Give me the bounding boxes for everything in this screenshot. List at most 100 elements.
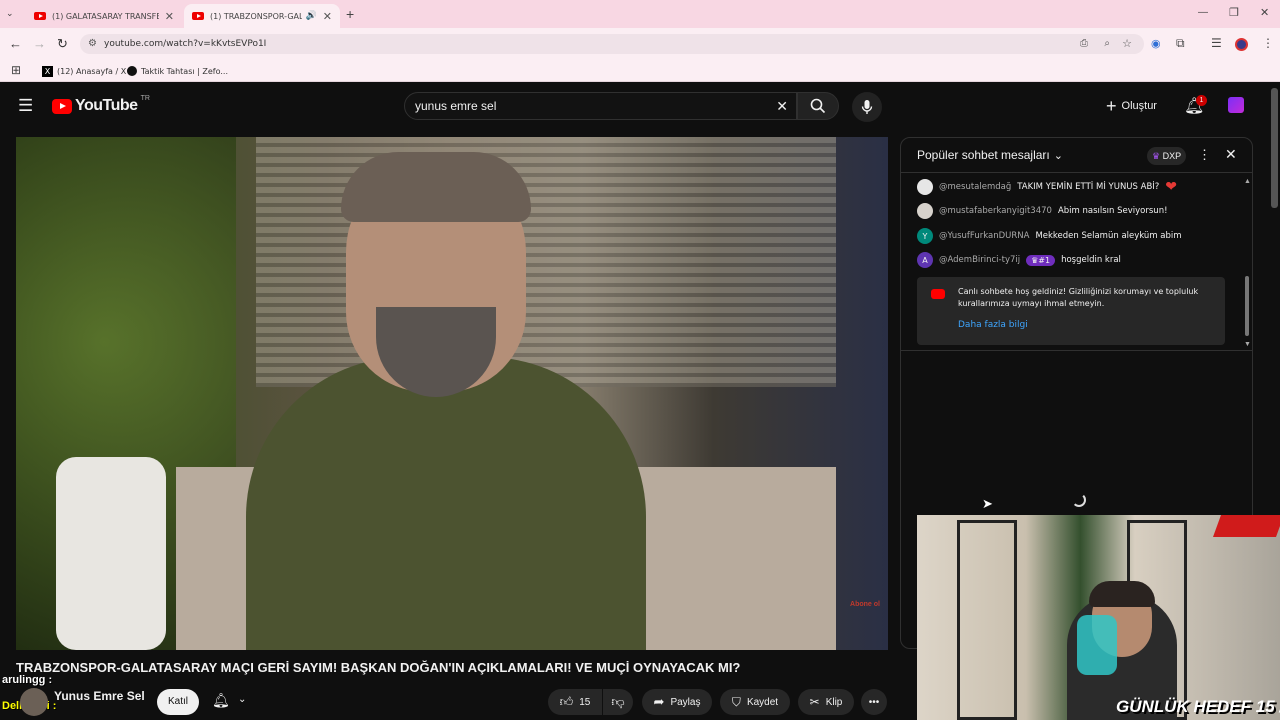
video-title: TRABZONSPOR-GALATASARAY MAÇI GERİ SAYIM!… — [16, 660, 741, 675]
save-button[interactable]: ⛉ Kaydet — [720, 689, 790, 715]
shelf-left — [957, 520, 1017, 720]
bookmark-star-icon[interactable]: ☆ — [1122, 34, 1132, 54]
audio-playing-icon[interactable]: 🔊 — [306, 11, 317, 21]
search-button[interactable] — [797, 92, 839, 120]
chat-message: @mustafaberkanyigit3470 Abim nasılsın Se… — [917, 202, 1168, 220]
avatar — [917, 203, 933, 219]
youtube-favicon-icon — [192, 12, 204, 20]
avatar: A — [917, 252, 933, 268]
person-sweater — [246, 357, 646, 650]
page-scrollbar[interactable] — [1271, 88, 1278, 208]
new-tab-icon[interactable]: + — [346, 6, 354, 22]
extensions-puzzle-icon[interactable]: ⧉ — [1176, 36, 1185, 51]
clear-search-icon[interactable]: ✕ — [776, 93, 788, 119]
daily-goal-text: GÜNLÜK HEDEF 15 / 15 — [1116, 697, 1280, 716]
bookmark-icon: ⛉ — [731, 694, 741, 709]
like-button[interactable]: 👍︎ 15 — [548, 689, 602, 715]
close-tab-icon[interactable]: ✕ — [323, 10, 332, 23]
more-horizontal-icon: ••• — [868, 696, 880, 708]
youtube-logo[interactable]: YouTube TR — [52, 95, 150, 115]
avatar: Y — [917, 228, 933, 244]
microphone-icon — [861, 100, 873, 114]
scroll-down-icon[interactable]: ▼ — [1244, 341, 1251, 348]
x-logo-icon: X — [42, 65, 53, 77]
streamer-webcam-overlay — [917, 515, 1280, 720]
search-icon — [810, 98, 826, 114]
more-actions-button[interactable]: ••• — [861, 689, 887, 715]
close-window-icon[interactable]: ✕ — [1260, 6, 1269, 19]
zoom-icon[interactable]: ⌕ — [1104, 34, 1110, 54]
share-button[interactable]: ➦ Paylaş — [642, 689, 712, 715]
address-bar[interactable]: ⚙ youtube.com/watch?v=kKvtsEVPo1I ⎙ ⌕ ☆ — [80, 34, 1144, 54]
learn-more-link[interactable]: Daha fazla bilgi — [958, 320, 1028, 330]
channel-avatar[interactable] — [20, 688, 48, 716]
account-avatar[interactable] — [1228, 97, 1244, 113]
gaming-chair — [1077, 615, 1117, 675]
chevron-down-icon: ⌄ — [1053, 149, 1063, 162]
share-icon: ➦ — [653, 694, 665, 709]
minimize-icon[interactable]: — — [1198, 7, 1208, 18]
chat-divider — [901, 172, 1252, 173]
maximize-icon[interactable]: ❐ — [1229, 6, 1239, 19]
chat-message: A @AdemBirinci-ty7ij ♛#1 hoşgeldin kral — [917, 251, 1121, 269]
channel-name[interactable]: Yunus Emre Sel — [54, 689, 145, 703]
chat-message: Y @YusufFurkanDURNA Mekkeden Selamün ale… — [917, 227, 1182, 245]
search-input[interactable]: yunus emre sel ✕ — [404, 92, 797, 120]
close-chat-icon[interactable]: ✕ — [1225, 146, 1237, 163]
bookmark-x[interactable]: X (12) Anasayfa / X — [42, 63, 126, 79]
youtube-play-icon — [931, 289, 945, 299]
window-blinds — [256, 137, 836, 387]
scissors-icon: ✂ — [809, 695, 820, 709]
person-hair — [341, 152, 531, 222]
chat-divider — [901, 350, 1252, 351]
notification-count-badge: 1 — [1196, 95, 1207, 106]
heart-emoji: ❤ — [1165, 179, 1178, 195]
back-icon[interactable]: ← — [9, 36, 22, 51]
clip-button[interactable]: ✂ Klip — [798, 689, 854, 715]
subscribe-watermark[interactable]: Abone ol — [850, 600, 880, 630]
loading-spinner — [1072, 493, 1086, 507]
alert-banner — [1212, 515, 1280, 537]
scroll-up-icon[interactable]: ▲ — [1244, 178, 1251, 185]
hamburger-menu-icon[interactable]: ☰ — [18, 96, 33, 116]
extension-icon[interactable]: ◉ — [1151, 37, 1161, 50]
reload-icon[interactable]: ↻ — [57, 36, 68, 52]
profile-avatar[interactable] — [1235, 38, 1248, 51]
url-text: youtube.com/watch?v=kKvtsEVPo1I — [104, 39, 267, 49]
streamer-hair — [1089, 581, 1155, 607]
mouse-cursor-icon: ➤ — [982, 496, 993, 511]
youtube-play-icon — [52, 98, 72, 114]
side-panel-icon[interactable]: ☰ — [1211, 36, 1222, 50]
youtube-favicon-icon — [34, 12, 46, 20]
chat-mode-dropdown[interactable]: Popüler sohbet mesajları ⌄ — [917, 148, 1063, 162]
rank-badge: ♛#1 — [1026, 254, 1056, 266]
crown-icon: ♛ — [1152, 151, 1161, 161]
camera-rig — [56, 457, 166, 650]
thumbs-down-icon: 👎︎ — [611, 694, 625, 709]
close-tab-icon[interactable]: ✕ — [165, 10, 174, 23]
dislike-button[interactable]: 👎︎ — [603, 689, 633, 715]
chat-message: @mesutalemdağ TAKIM YEMİN ETTİ Mİ YUNUS … — [917, 178, 1177, 196]
tab-trabzonspor[interactable]: (1) TRABZONSPOR-GALAT 🔊 ✕ — [184, 4, 340, 28]
tab-search-icon[interactable]: ⌄ — [6, 8, 20, 20]
browser-menu-icon[interactable]: ⋮ — [1262, 36, 1274, 50]
chat-scrollbar[interactable] — [1245, 276, 1249, 336]
chat-menu-icon[interactable]: ⋮ — [1198, 147, 1211, 163]
video-player[interactable]: Abone ol — [16, 137, 888, 650]
install-icon[interactable]: ⎙ — [1080, 34, 1088, 54]
overlay-chat-user: arulingg : — [2, 674, 53, 686]
forward-icon[interactable]: → — [33, 36, 46, 51]
create-button[interactable]: + Oluştur — [1106, 94, 1157, 118]
site-info-icon[interactable]: ⚙ — [88, 34, 97, 54]
apps-grid-icon[interactable]: ⊞ — [11, 63, 21, 77]
chat-welcome-banner: Canlı sohbete hoş geldiniz! Gizliliğiniz… — [917, 277, 1225, 345]
join-button[interactable]: Katıl — [157, 689, 199, 715]
tab-galatasaray[interactable]: (1) GALATASARAY TRANSFERIM ✕ — [26, 4, 182, 28]
thumbs-up-icon: 👍︎ — [559, 694, 574, 709]
bookmark-taktik[interactable]: Taktik Tahtası | Zefo... — [127, 63, 228, 79]
points-badge[interactable]: ♛ DXP — [1147, 147, 1187, 165]
subscribe-bell-icon[interactable]: 🔔︎ — [212, 692, 230, 709]
taktik-favicon-icon — [127, 66, 137, 76]
voice-search-button[interactable] — [852, 92, 882, 122]
chevron-down-icon[interactable]: ⌄ — [238, 694, 246, 705]
